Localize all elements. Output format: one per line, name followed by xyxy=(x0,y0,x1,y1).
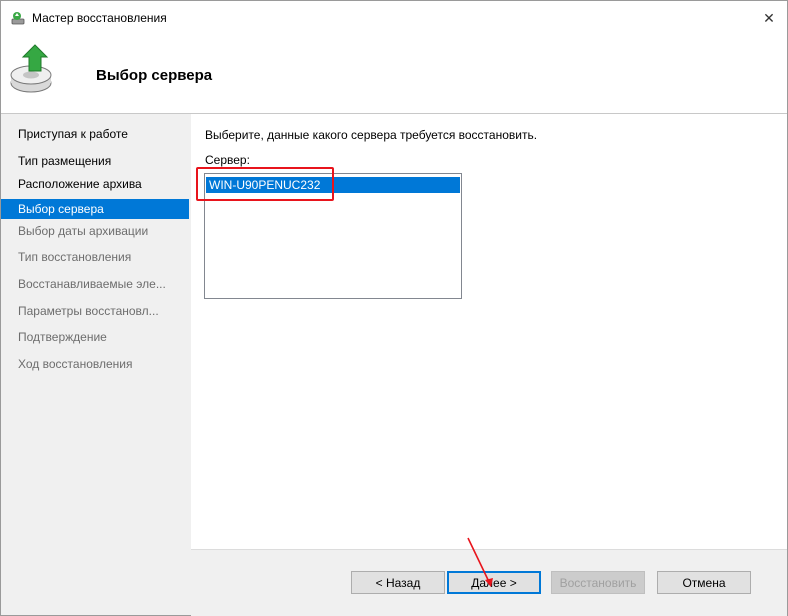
cancel-button[interactable]: Отмена xyxy=(657,571,751,594)
page-title: Выбор сервера xyxy=(96,67,213,84)
sidebar-item-restored-items: Восстанавливаемые эле... xyxy=(18,277,166,291)
sidebar-item-placement-type[interactable]: Тип размещения xyxy=(1,151,189,171)
sidebar-item-restore-type: Тип восстановления xyxy=(18,250,132,264)
window-title: Мастер восстановления xyxy=(32,11,167,25)
backup-app-icon xyxy=(11,12,25,25)
backup-restore-icon xyxy=(10,44,52,93)
close-icon: ✕ xyxy=(763,9,775,26)
sidebar-item-restore-options: Параметры восстановл... xyxy=(18,304,159,318)
sidebar-item-getting-started[interactable]: Приступая к работе xyxy=(1,124,189,144)
sidebar-item-select-server[interactable]: Выбор сервера xyxy=(1,199,189,219)
wizard-header: Выбор сервера xyxy=(1,35,787,114)
title-bar[interactable]: Мастер восстановления ✕ xyxy=(1,1,787,35)
restore-wizard-window: Мастер восстановления ✕ Выбор сервера Пр… xyxy=(0,0,788,616)
recover-button: Восстановить xyxy=(551,571,645,594)
sidebar-item-select-backup-date: Выбор даты архивации xyxy=(18,224,149,238)
server-label: Сервер: xyxy=(205,153,250,167)
back-button[interactable]: < Назад xyxy=(351,571,445,594)
wizard-steps-sidebar: Приступая к работе Тип размещения Распол… xyxy=(1,114,191,615)
annotation-highlight-box xyxy=(196,167,334,201)
instruction-text: Выберите, данные какого сервера требуетс… xyxy=(205,128,538,142)
annotation-arrow-icon xyxy=(467,537,493,587)
sidebar-item-restore-progress: Ход восстановления xyxy=(18,357,133,371)
close-button[interactable]: ✕ xyxy=(751,1,787,35)
sidebar-item-archive-location[interactable]: Расположение архива xyxy=(1,174,189,194)
sidebar-item-confirmation: Подтверждение xyxy=(18,330,107,344)
